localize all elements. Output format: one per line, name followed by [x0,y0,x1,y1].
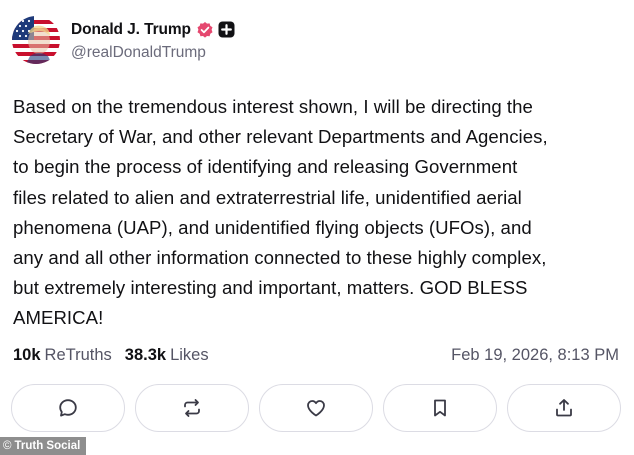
post-text-line: AMERICA! [13,307,104,329]
bookmark-button[interactable] [383,384,497,432]
display-name[interactable]: Donald J. Trump [71,21,191,39]
like-heart-icon [307,400,325,417]
post-header: Donald J. Trump @realDonaldTrump [12,16,235,64]
watermark-text: Truth Social [14,440,81,452]
author-handle[interactable]: @realDonaldTrump [71,44,235,62]
bookmark-icon [434,399,446,417]
reply-button[interactable] [11,384,125,432]
share-icon [556,399,572,417]
post-body: Based on the tremendous interest shown, … [13,92,619,334]
post-timestamp[interactable]: Feb 19, 2026, 8:13 PM [451,346,619,365]
post-text-line: files related to alien and extraterrestr… [13,186,522,208]
truth-social-watermark: © Truth Social [0,437,87,455]
reply-icon [59,399,77,417]
retruths-count: 10k [13,345,41,364]
retruth-icon [184,399,200,417]
likes-stat[interactable]: 38.3k Likes [125,346,209,365]
avatar[interactable] [12,16,60,64]
post-text-line: Secretary of War, and other relevant Dep… [13,126,548,148]
post-text-line: phenomena (UAP), and unidentified flying… [13,216,532,238]
likes-count: 38.3k [124,345,167,364]
retruths-stat[interactable]: 10k ReTruths [13,346,112,365]
retruths-label: ReTruths [44,345,112,364]
post-text-line: Based on the tremendous interest shown, … [13,96,533,117]
share-button[interactable] [507,384,621,432]
verified-badge-icon [196,21,214,39]
post-stats: 10k ReTruths 38.3k Likes Feb 19, 2026, 8:1… [13,344,619,366]
action-bar [11,384,623,432]
like-button[interactable] [259,384,373,432]
retruth-button[interactable] [135,384,249,432]
post-text-line: to begin the process of identifying and … [13,156,518,178]
plus-badge-icon [218,21,235,38]
post-text-line: any and all other information connected … [13,247,547,269]
copyright-symbol: © [3,440,12,452]
american-flag-portrait-icon [12,16,60,64]
likes-label: Likes [170,345,209,364]
post-text-line: but extremely interesting and important,… [13,277,528,299]
author-identity: Donald J. Trump @realDonaldTrump [71,19,235,62]
name-row: Donald J. Trump [71,19,235,41]
